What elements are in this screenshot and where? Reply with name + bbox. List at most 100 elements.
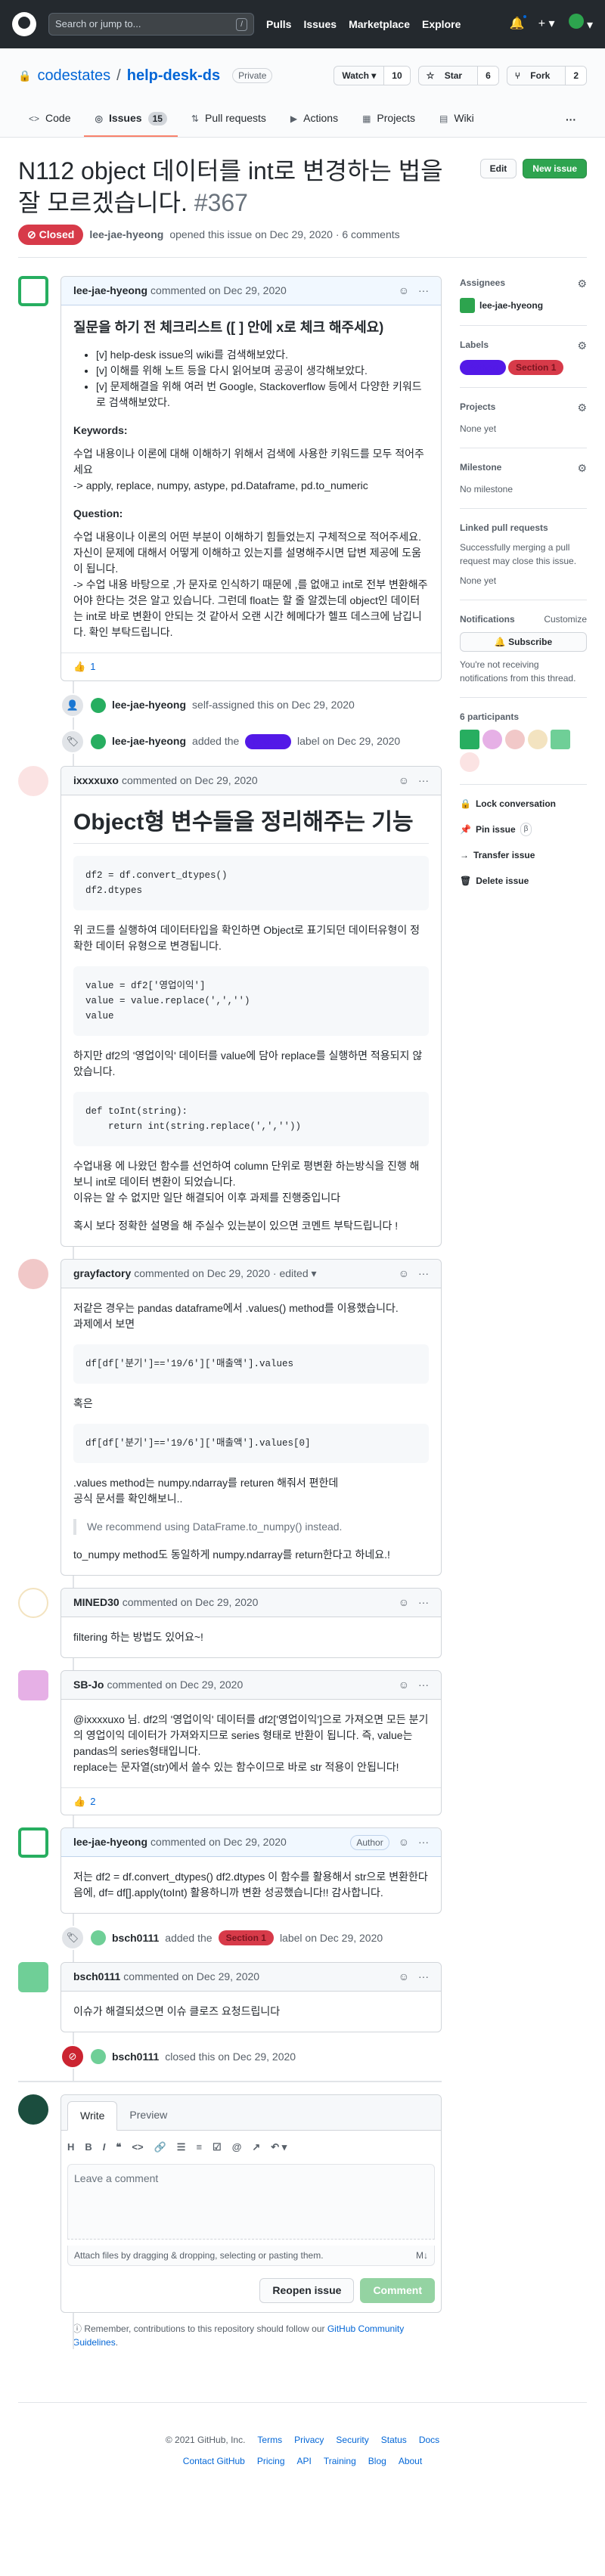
github-logo-icon[interactable]: [12, 12, 36, 36]
link-icon[interactable]: 🔗: [154, 2140, 166, 2155]
tab-code[interactable]: <> Code: [18, 104, 81, 137]
markdown-icon[interactable]: M↓: [416, 2249, 428, 2262]
smiley-icon[interactable]: ☺: [399, 283, 409, 299]
reaction-thumbs-up[interactable]: 👍 2: [61, 1787, 441, 1815]
new-issue-button[interactable]: New issue: [523, 159, 587, 178]
comment-author[interactable]: SB-Jo: [73, 1677, 104, 1693]
task-list-icon[interactable]: ☑: [213, 2140, 222, 2155]
gear-icon[interactable]: ⚙: [577, 276, 587, 292]
nav-marketplace[interactable]: Marketplace: [349, 17, 410, 33]
smiley-icon[interactable]: ☺: [399, 1677, 409, 1693]
transfer-issue-button[interactable]: → Transfer issue: [460, 842, 587, 868]
footer-link-about[interactable]: About: [399, 2454, 422, 2468]
footer-link-contact[interactable]: Contact GitHub: [183, 2454, 245, 2468]
avatar[interactable]: [18, 1962, 48, 1993]
star-button[interactable]: ☆ Star 6: [417, 66, 499, 85]
gear-icon[interactable]: ⚙: [577, 460, 587, 476]
tab-projects[interactable]: ▦ Projects: [352, 104, 426, 137]
label-section-1[interactable]: Section 1: [218, 1930, 274, 1946]
tab-preview[interactable]: Preview: [117, 2101, 179, 2130]
label-python[interactable]: Python: [245, 733, 291, 749]
avatar[interactable]: [91, 2049, 106, 2065]
comment-author[interactable]: lee-jae-hyeong: [73, 1834, 147, 1850]
kebab-icon[interactable]: ···: [418, 1834, 429, 1850]
smiley-icon[interactable]: ☺: [399, 1834, 409, 1850]
assignee[interactable]: lee-jae-hyeong: [460, 298, 587, 314]
mention-icon[interactable]: @: [232, 2140, 242, 2155]
label-section-1[interactable]: Section 1: [508, 360, 564, 376]
label-python[interactable]: Python: [460, 360, 506, 376]
smiley-icon[interactable]: ☺: [399, 1266, 409, 1282]
kebab-icon[interactable]: ···: [418, 283, 429, 299]
search-input[interactable]: Search or jump to... /: [48, 13, 254, 36]
avatar[interactable]: [18, 765, 48, 796]
footer-link-training[interactable]: Training: [324, 2454, 356, 2468]
quote-icon[interactable]: ❝: [116, 2140, 121, 2155]
footer-link-terms[interactable]: Terms: [257, 2433, 282, 2447]
tab-actions[interactable]: ▶ Actions: [280, 104, 349, 137]
nav-explore[interactable]: Explore: [422, 17, 461, 33]
avatar[interactable]: [460, 730, 479, 750]
reaction-thumbs-up[interactable]: 👍 1: [61, 653, 441, 680]
bullet-list-icon[interactable]: ☰: [177, 2140, 186, 2155]
avatar[interactable]: [551, 730, 570, 750]
italic-icon[interactable]: I: [103, 2140, 106, 2155]
pin-issue-button[interactable]: 📌 Pin issue β: [460, 817, 587, 842]
repo-owner-link[interactable]: codestates: [37, 64, 110, 87]
footer-link-privacy[interactable]: Privacy: [294, 2433, 324, 2447]
repo-name-link[interactable]: help-desk-ds: [127, 64, 220, 87]
reopen-issue-button[interactable]: Reopen issue: [259, 2277, 355, 2303]
gear-icon[interactable]: ⚙: [577, 400, 587, 416]
avatar[interactable]: [18, 1587, 48, 1618]
footer-link-pricing[interactable]: Pricing: [257, 2454, 285, 2468]
comment-author[interactable]: lee-jae-hyeong: [73, 283, 147, 299]
comment-author[interactable]: grayfactory: [73, 1266, 131, 1282]
footer-link-status[interactable]: Status: [381, 2433, 407, 2447]
lock-conversation-button[interactable]: 🔒 Lock conversation: [460, 791, 587, 817]
avatar[interactable]: [91, 733, 106, 749]
heading-icon[interactable]: H: [67, 2140, 74, 2155]
code-icon[interactable]: <>: [132, 2140, 143, 2155]
footer-link-blog[interactable]: Blog: [368, 2454, 386, 2468]
avatar[interactable]: [505, 730, 525, 750]
comment-button[interactable]: Comment: [360, 2277, 435, 2303]
avatar[interactable]: [91, 697, 106, 713]
avatar[interactable]: [18, 1827, 48, 1858]
kebab-icon[interactable]: ···: [418, 1969, 429, 1985]
create-new-menu[interactable]: + ▾: [538, 15, 555, 33]
edit-title-button[interactable]: Edit: [479, 159, 517, 178]
numbered-list-icon[interactable]: ≡: [196, 2140, 202, 2155]
footer-link-docs[interactable]: Docs: [419, 2433, 439, 2447]
tab-pull-requests[interactable]: ⇅ Pull requests: [181, 104, 277, 137]
avatar[interactable]: [528, 730, 548, 750]
avatar[interactable]: [18, 1669, 48, 1700]
kebab-icon[interactable]: ···: [418, 1677, 429, 1693]
subscribe-button[interactable]: 🔔 Subscribe: [460, 632, 587, 653]
footer-link-security[interactable]: Security: [336, 2433, 368, 2447]
tab-wiki[interactable]: ▤ Wiki: [429, 104, 485, 137]
customize-link[interactable]: Customize: [544, 612, 587, 626]
reply-icon[interactable]: ↶ ▾: [271, 2140, 287, 2155]
smiley-icon[interactable]: ☺: [399, 1969, 409, 1985]
watch-button[interactable]: Watch ▾ 10: [334, 66, 411, 85]
kebab-icon[interactable]: ···: [418, 1266, 429, 1282]
avatar[interactable]: [91, 1930, 106, 1946]
nav-pulls[interactable]: Pulls: [266, 17, 291, 33]
smiley-icon[interactable]: ☺: [399, 1595, 409, 1610]
comment-author[interactable]: ixxxxuxo: [73, 773, 119, 789]
tab-issues[interactable]: ◎ Issues 15: [84, 104, 178, 137]
smiley-icon[interactable]: ☺: [399, 773, 409, 789]
avatar[interactable]: [460, 752, 479, 773]
bold-icon[interactable]: B: [85, 2140, 92, 2155]
more-tabs-icon[interactable]: ···: [555, 106, 587, 137]
avatar[interactable]: [482, 730, 502, 750]
delete-issue-button[interactable]: 🗑 Delete issue: [460, 868, 587, 894]
issue-author-link[interactable]: lee-jae-hyeong: [89, 227, 163, 243]
footer-link-api[interactable]: API: [297, 2454, 312, 2468]
avatar[interactable]: [18, 1258, 48, 1289]
nav-issues[interactable]: Issues: [303, 17, 337, 33]
attach-files-zone[interactable]: Attach files by dragging & dropping, sel…: [67, 2245, 435, 2266]
kebab-icon[interactable]: ···: [418, 773, 429, 789]
user-menu[interactable]: ▾: [568, 14, 593, 35]
bell-icon[interactable]: 🔔: [510, 14, 528, 33]
